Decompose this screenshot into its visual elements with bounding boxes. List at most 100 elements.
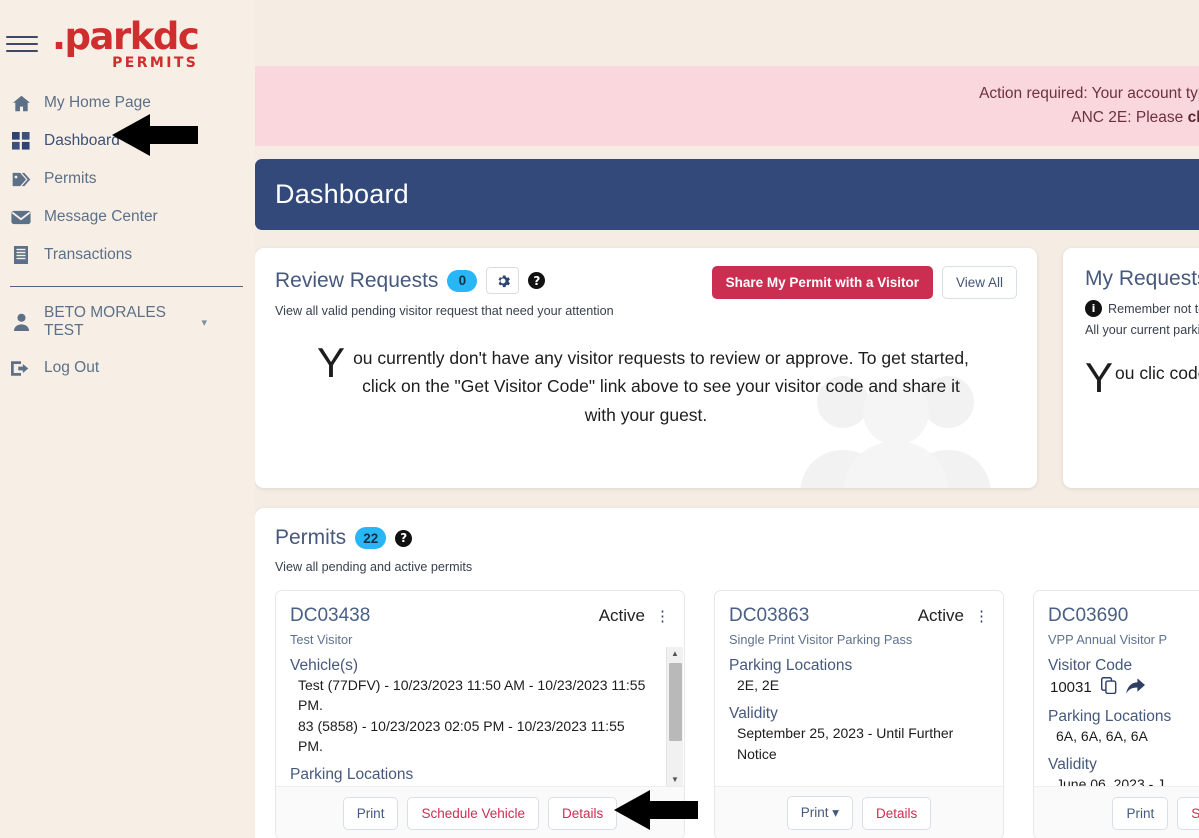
scrollbar-thumb[interactable] [668, 663, 682, 742]
my-requests-empty-text: You clic code. [1085, 354, 1199, 402]
my-requests-note: Remember not to [1108, 301, 1199, 316]
sidebar-item-label: Transactions [44, 246, 133, 263]
sidebar-item-label: Dashboard [44, 132, 120, 149]
app-root: .parkdc PERMITS My Home Page Dashboard P… [0, 0, 1199, 838]
alert-line-2: ANC 2E: Please click here to verify the … [277, 106, 1199, 130]
receipt-icon [10, 245, 32, 265]
permit-card-footer: Print ▾ Details [715, 786, 1003, 838]
permit-type: Single Print Visitor Parking Pass [729, 632, 913, 648]
sidebar-item-label: My Home Page [44, 94, 151, 111]
home-icon [10, 93, 32, 113]
permit-validity-value: September 25, 2023 - Until Further Notic… [737, 725, 954, 762]
print-button-label: Print [800, 805, 829, 821]
sidebar-account-label: BETO MORALES TEST [44, 304, 167, 339]
review-requests-card: Review Requests 0 ? View all valid pendi… [255, 248, 1037, 489]
permits-card: Permits 22 ? View all pending and active… [255, 508, 1199, 838]
scroll-up-icon[interactable]: ▲ [671, 647, 679, 661]
alert-click-here-link[interactable]: click here [1188, 109, 1199, 126]
permit-validity-label: Validity [1048, 756, 1097, 774]
permit-code-row: 10031 [1050, 677, 1199, 698]
sidebar-item-account[interactable]: BETO MORALES TEST ▾ [0, 295, 255, 349]
sidebar-divider [10, 286, 243, 287]
permits-count-badge: 22 [355, 527, 387, 550]
permit-type: VPP Annual Visitor P [1048, 632, 1168, 648]
page-title: Dashboard [255, 159, 1199, 231]
sidebar-logout-label: Log Out [44, 359, 100, 376]
permit-card-body: DC03438 Active ⋮ Test Visitor Vehicle(s)… [276, 591, 684, 788]
share-icon[interactable] [1125, 677, 1145, 698]
logout-icon [10, 358, 32, 378]
sidebar-item-permits[interactable]: Permits [0, 160, 255, 198]
dashboard-top-row: Review Requests 0 ? View all valid pendi… [255, 248, 1199, 489]
my-requests-header: My Requests [1085, 267, 1199, 291]
help-icon[interactable]: ? [528, 272, 546, 290]
details-button[interactable]: Details [548, 796, 618, 830]
gear-icon[interactable] [486, 267, 520, 295]
chevron-down-icon: ▾ [832, 805, 840, 821]
main-content: Action required: Your account type verif… [255, 0, 1199, 838]
brand-logo[interactable]: .parkdc PERMITS [52, 15, 200, 71]
sidebar-item-logout[interactable]: Log Out [0, 349, 255, 387]
permit-card-header: DC03690 [1048, 605, 1199, 627]
brand-logo-sub: PERMITS [112, 55, 199, 71]
my-requests-card: My Requests i Remember not to All your c… [1063, 248, 1199, 489]
permit-id: DC03690 [1048, 605, 1129, 627]
review-requests-actions: Share My Permit with a Visitor View All [711, 266, 1017, 300]
permit-options-icon[interactable]: ⋮ [655, 609, 670, 624]
permits-title: Permits [275, 526, 347, 550]
print-button[interactable]: Print [1112, 796, 1169, 830]
permit-card-scrollbar[interactable]: ▲ ▼ [666, 647, 683, 788]
tag-icon [10, 169, 32, 189]
review-requests-view-all-button[interactable]: View All [941, 266, 1017, 300]
permit-vehicle-entry: Test (77DFV) - 10/23/2023 11:50 AM - 10/… [298, 677, 646, 714]
account-verification-alert: Action required: Your account type verif… [255, 66, 1199, 147]
status-badge: Active [598, 606, 645, 626]
review-requests-count-badge: 0 [447, 269, 478, 292]
permit-vehicles-label: Vehicle(s) [290, 657, 359, 675]
print-button[interactable]: Print [342, 796, 399, 830]
permits-help-icon[interactable]: ? [395, 529, 413, 547]
annotation-arrow-details [614, 790, 698, 830]
schedule-vehicle-button[interactable]: Schedule Vehicle [407, 796, 540, 830]
scroll-down-icon[interactable]: ▼ [671, 773, 679, 787]
my-requests-note-row: i Remember not to [1085, 300, 1199, 318]
permit-code-label: Visitor Code [1048, 657, 1133, 675]
status-badge: Active [917, 606, 964, 626]
my-requests-title: My Requests [1085, 267, 1199, 291]
review-requests-title: Review Requests [275, 268, 439, 292]
hamburger-menu-icon[interactable] [6, 36, 38, 52]
chevron-down-icon[interactable]: ▾ [201, 316, 207, 329]
permit-vehicle-entry: 83 (5858) - 10/23/2023 02:05 PM - 10/23/… [298, 717, 625, 754]
permit-card[interactable]: DC03863 Active ⋮ Single Print Visitor Pa… [714, 590, 1004, 838]
info-icon: i [1085, 300, 1102, 318]
sidebar-item-transactions[interactable]: Transactions [0, 236, 255, 274]
print-button[interactable]: Print ▾ [786, 796, 854, 831]
brand-logo-main: .parkdc [52, 15, 200, 58]
permit-locations-value: 2E, 2E [737, 677, 780, 694]
permit-locations-label: Parking Locations [1048, 708, 1172, 726]
review-requests-subtitle: View all valid pending visitor request t… [275, 304, 614, 319]
sidebar-header: .parkdc PERMITS [0, 0, 255, 72]
sidebar-item-label: Permits [44, 170, 97, 187]
permit-locations-label: Parking Locations [729, 657, 853, 675]
user-icon [10, 312, 32, 332]
permit-card-body: DC03863 Active ⋮ Single Print Visitor Pa… [715, 591, 1003, 788]
permits-header: Permits 22 ? [275, 526, 1199, 550]
permit-card-body: DC03690 VPP Annual Visitor P Visitor Cod… [1034, 591, 1199, 788]
sidebar-item-label: Message Center [44, 208, 158, 225]
details-button[interactable]: Details [862, 796, 932, 830]
permit-card-list: DC03438 Active ⋮ Test Visitor Vehicle(s)… [275, 590, 1199, 838]
permit-card[interactable]: DC03690 VPP Annual Visitor P Visitor Cod… [1033, 590, 1199, 838]
permit-card-footer: Print Sched [1034, 786, 1199, 838]
sidebar-item-message-center[interactable]: Message Center [0, 198, 255, 236]
permit-options-icon[interactable]: ⋮ [974, 609, 989, 624]
schedule-vehicle-button[interactable]: Sched [1177, 796, 1199, 830]
copy-icon[interactable] [1100, 677, 1117, 698]
share-permit-button[interactable]: Share My Permit with a Visitor [711, 266, 933, 300]
my-requests-subtitle: All your current parki [1085, 323, 1199, 338]
permit-id: DC03438 [290, 605, 371, 627]
permit-type: Test Visitor [290, 632, 353, 648]
permit-validity-label: Validity [729, 705, 778, 723]
alert-line2-pre: ANC 2E: Please [1071, 109, 1188, 127]
permits-subtitle: View all pending and active permits [275, 560, 473, 575]
